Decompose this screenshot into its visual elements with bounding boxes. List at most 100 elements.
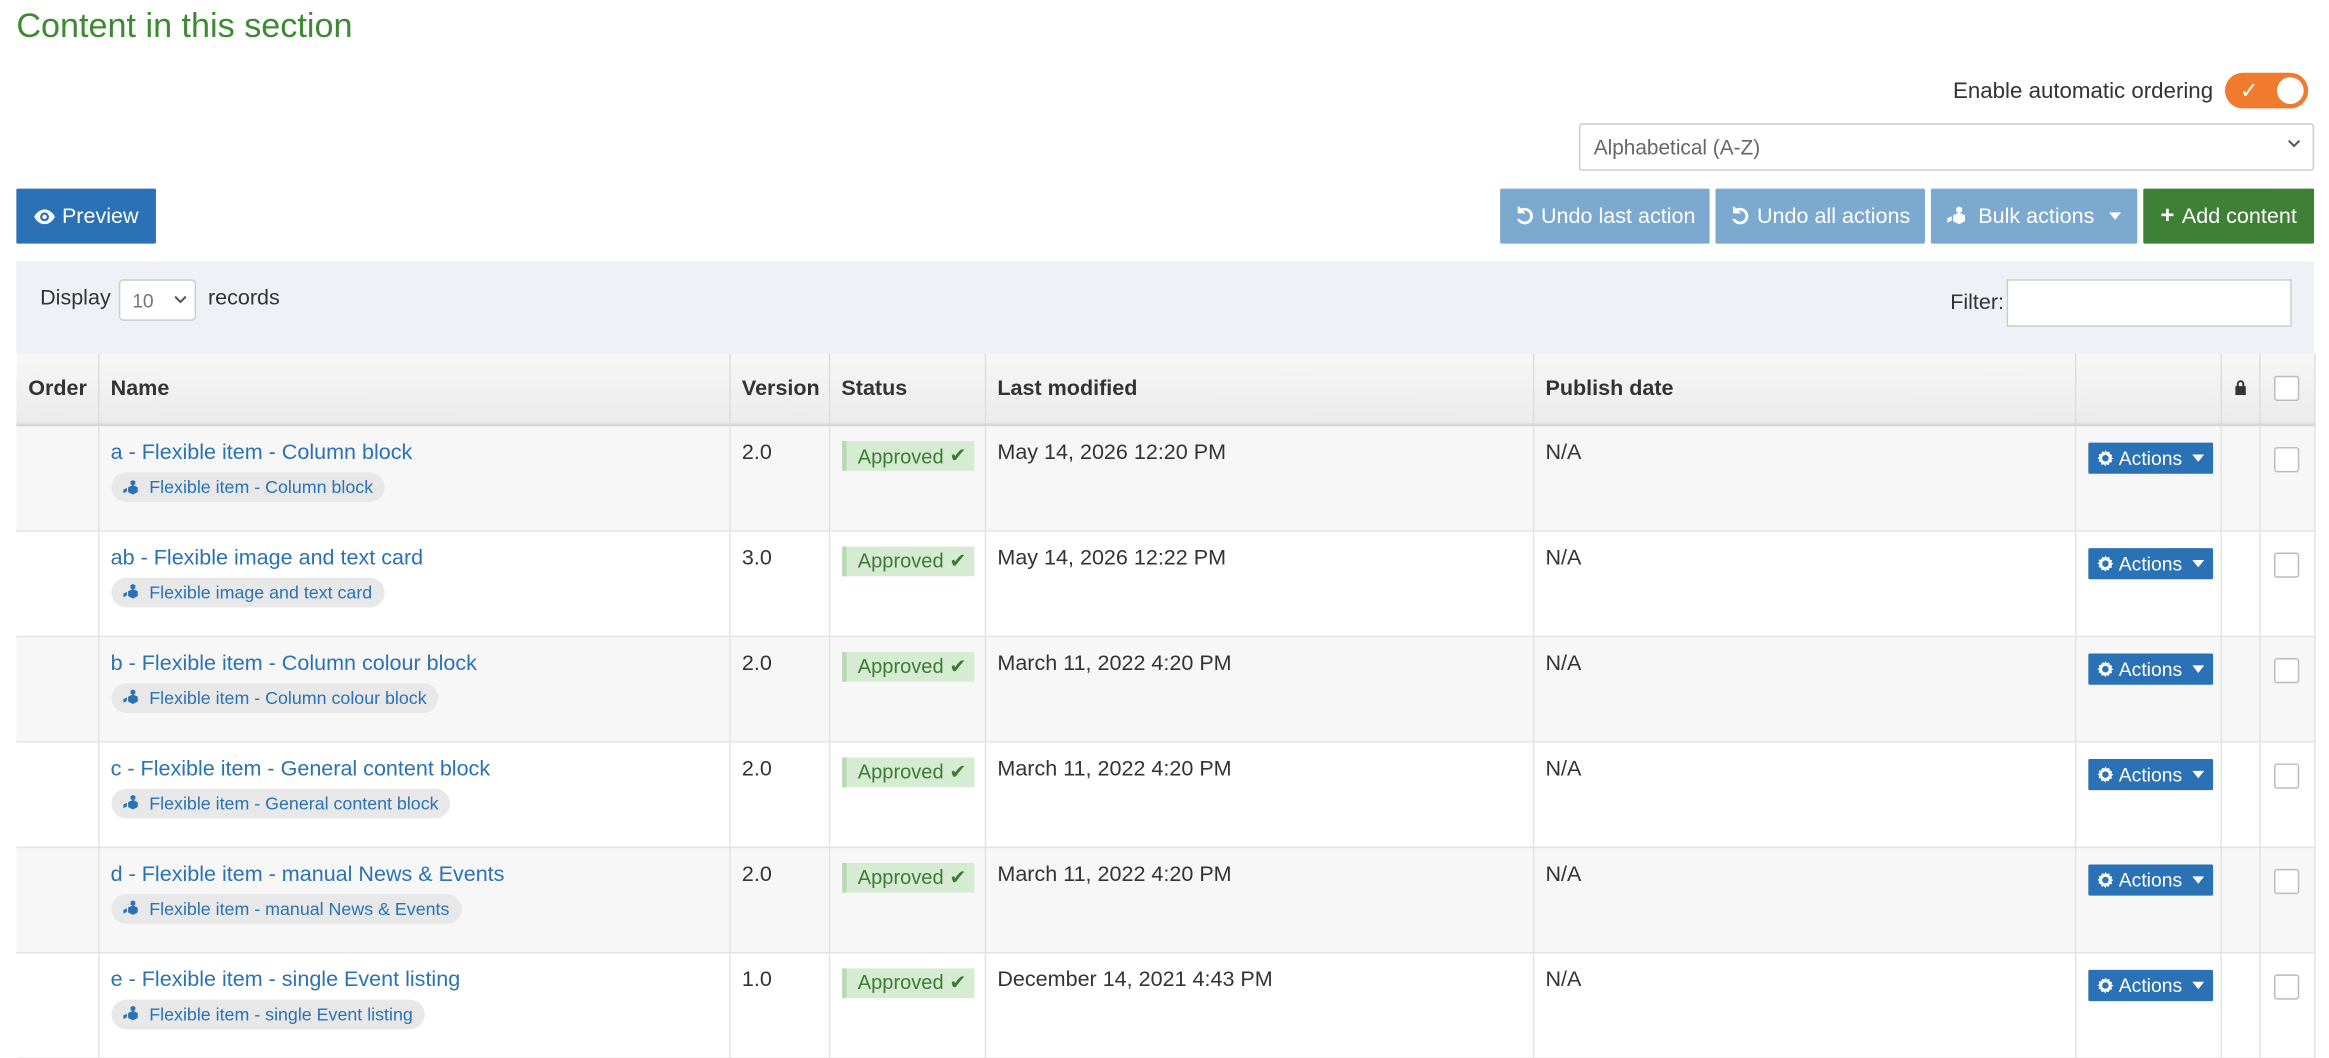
column-header-order[interactable]: Order xyxy=(16,353,99,427)
gear-icon xyxy=(2096,554,2113,572)
lock-cell xyxy=(2220,424,2260,531)
actions-label: Actions xyxy=(2118,868,2183,891)
row-select-checkbox[interactable] xyxy=(2273,762,2300,788)
actions-button[interactable]: Actions xyxy=(2087,652,2214,684)
cubes-icon xyxy=(122,689,138,704)
auto-ordering-label: Enable automatic ordering xyxy=(1953,77,2214,104)
content-name-link[interactable]: d - Flexible item - manual News & Events xyxy=(111,862,717,886)
actions-cell: Actions xyxy=(2074,635,2222,742)
column-header-publish-date[interactable]: Publish date xyxy=(1532,353,2076,427)
lock-icon xyxy=(2234,379,2246,395)
content-type-badge: Flexible item - Column colour block xyxy=(110,682,439,713)
undo-all-button[interactable]: Undo all actions xyxy=(1715,188,1925,244)
caret-down-icon xyxy=(2192,664,2205,673)
sort-order-value: Alphabetical (A-Z) xyxy=(1593,135,1761,159)
version-cell: 1.0 xyxy=(729,952,830,1058)
check-icon: ✔ xyxy=(949,759,967,783)
select-cell xyxy=(2259,424,2315,531)
chevron-down-icon xyxy=(2287,139,2301,148)
select-cell xyxy=(2259,846,2315,953)
bulk-actions-button[interactable]: Bulk actions xyxy=(1930,188,2138,244)
check-icon: ✔ xyxy=(949,865,967,888)
content-name-link[interactable]: c - Flexible item - General content bloc… xyxy=(111,757,717,781)
name-cell: d - Flexible item - manual News & Events… xyxy=(98,846,731,953)
content-table: Order Name Version Status Last modified … xyxy=(16,353,2315,1058)
row-select-checkbox[interactable] xyxy=(2273,551,2300,578)
preview-label: Preview xyxy=(61,204,139,228)
order-cell[interactable] xyxy=(16,424,99,531)
check-icon: ✓ xyxy=(2239,78,2259,104)
caret-down-icon xyxy=(2192,559,2205,567)
lock-cell xyxy=(2220,635,2260,742)
actions-button[interactable]: Actions xyxy=(2087,863,2214,895)
column-header-name[interactable]: Name xyxy=(98,353,731,427)
gear-icon xyxy=(2096,765,2113,783)
publish-date-cell: N/A xyxy=(1532,530,2076,637)
records-per-page-select[interactable]: 10 xyxy=(118,279,197,321)
column-header-last-modified[interactable]: Last modified xyxy=(984,353,1534,427)
caret-down-icon xyxy=(2109,212,2122,220)
table-row: ab - Flexible image and text card Flexibl… xyxy=(16,530,2315,637)
actions-cell: Actions xyxy=(2074,424,2222,531)
row-select-checkbox[interactable] xyxy=(2273,868,2300,894)
status-label: Approved xyxy=(857,971,944,994)
gear-icon xyxy=(2096,660,2113,677)
lock-cell xyxy=(2220,741,2260,848)
sort-order-select[interactable]: Alphabetical (A-Z) xyxy=(1578,123,2315,171)
order-cell[interactable] xyxy=(16,635,99,742)
caret-down-icon xyxy=(2192,454,2205,462)
actions-button[interactable]: Actions xyxy=(2087,969,2214,1001)
gear-icon xyxy=(2096,976,2113,993)
table-header-row: Order Name Version Status Last modified … xyxy=(16,353,2315,427)
check-icon: ✔ xyxy=(949,654,967,677)
content-type-label: Flexible image and text card xyxy=(149,581,373,603)
name-cell: a - Flexible item - Column block Flexible… xyxy=(98,424,731,531)
actions-button[interactable]: Actions xyxy=(2087,758,2214,790)
preview-button[interactable]: Preview xyxy=(16,188,156,244)
actions-cell: Actions xyxy=(2074,846,2222,953)
content-type-label: Flexible item - single Event listing xyxy=(149,1003,413,1025)
records-label: records xyxy=(207,286,280,311)
order-cell[interactable] xyxy=(16,530,99,637)
content-name-link[interactable]: a - Flexible item - Column block xyxy=(111,441,717,465)
order-cell[interactable] xyxy=(16,952,99,1058)
actions-label: Actions xyxy=(2118,657,2183,680)
column-header-version[interactable]: Version xyxy=(729,353,830,427)
filter-input[interactable] xyxy=(2006,279,2292,327)
check-icon: ✔ xyxy=(949,444,967,467)
actions-label: Actions xyxy=(2118,551,2183,575)
status-label: Approved xyxy=(857,865,944,889)
last-modified-cell: March 11, 2022 4:20 PM xyxy=(984,635,1534,742)
lock-cell xyxy=(2220,952,2260,1058)
last-modified-cell: December 14, 2021 4:43 PM xyxy=(984,952,1534,1058)
content-name-link[interactable]: ab - Flexible image and text card xyxy=(111,546,717,570)
row-select-checkbox[interactable] xyxy=(2273,447,2300,473)
chevron-down-icon xyxy=(174,295,187,304)
row-select-checkbox[interactable] xyxy=(2273,657,2300,683)
order-cell[interactable] xyxy=(16,846,99,953)
status-badge: Approved ✔ xyxy=(841,967,974,998)
table-row: e - Flexible item - single Event listing… xyxy=(16,952,2315,1058)
page-title: Content in this section xyxy=(16,5,353,45)
actions-button[interactable]: Actions xyxy=(2087,442,2214,474)
column-header-status[interactable]: Status xyxy=(828,353,986,427)
status-badge: Approved ✔ xyxy=(841,862,974,892)
row-select-checkbox[interactable] xyxy=(2273,973,2300,999)
lock-cell xyxy=(2220,846,2260,953)
last-modified-cell: May 14, 2026 12:20 PM xyxy=(984,424,1534,531)
cubes-icon xyxy=(122,794,138,810)
status-badge: Approved ✔ xyxy=(841,756,974,787)
records-per-page-value: 10 xyxy=(132,289,154,312)
content-name-link[interactable]: b - Flexible item - Column colour block xyxy=(111,651,717,675)
version-cell: 2.0 xyxy=(729,424,830,531)
undo-last-button[interactable]: Undo last action xyxy=(1500,188,1710,244)
order-cell[interactable] xyxy=(16,741,99,848)
publish-date-cell: N/A xyxy=(1532,424,2076,531)
actions-button[interactable]: Actions xyxy=(2087,547,2214,579)
content-name-link[interactable]: e - Flexible item - single Event listing xyxy=(111,968,717,992)
cubes-icon xyxy=(122,479,138,494)
select-cell xyxy=(2259,741,2315,848)
add-content-button[interactable]: + Add content xyxy=(2143,188,2315,244)
auto-ordering-toggle[interactable]: ✓ xyxy=(2224,72,2309,109)
select-all-checkbox[interactable] xyxy=(2273,375,2300,402)
